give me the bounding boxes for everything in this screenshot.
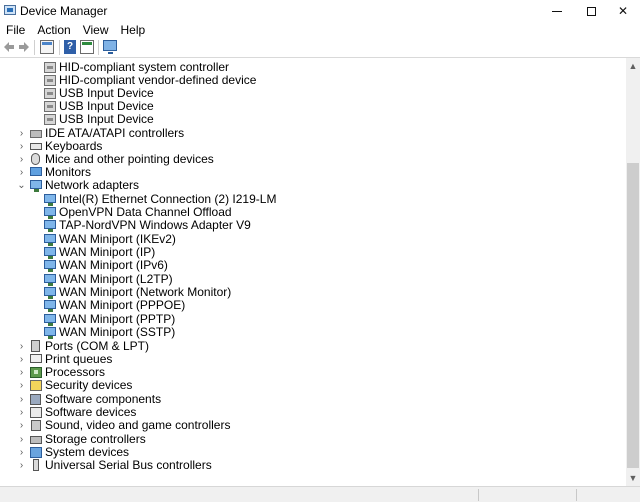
tree-category-label: Universal Serial Bus controllers (45, 458, 212, 472)
software-component-icon (30, 394, 41, 405)
menu-bar: File Action View Help (0, 22, 640, 38)
chevron-down-icon[interactable]: ⌄ (16, 179, 27, 192)
menu-help[interactable]: Help (115, 22, 152, 38)
printer-icon (30, 354, 42, 363)
forward-arrow-icon[interactable] (18, 40, 30, 54)
chevron-right-icon[interactable]: › (16, 393, 27, 406)
mouse-icon (31, 153, 40, 165)
monitor-icon (30, 167, 42, 176)
chevron-right-icon[interactable]: › (16, 340, 27, 353)
device-manager-app-icon (4, 5, 16, 15)
maximize-icon (586, 6, 596, 16)
tree-node-label: USB Input Device (59, 112, 154, 126)
hid-device-icon (44, 101, 56, 112)
status-bar (0, 486, 640, 502)
chevron-right-icon[interactable]: › (16, 459, 27, 472)
usb-icon (33, 459, 39, 471)
network-adapter-icon (44, 327, 56, 339)
hid-device-icon (44, 88, 56, 99)
processor-icon (30, 367, 42, 378)
network-adapter-icon (44, 220, 56, 232)
close-icon: ✕ (617, 4, 629, 18)
network-adapter-icon (44, 287, 56, 299)
ide-controller-icon (30, 130, 42, 138)
network-adapter-icon (30, 180, 42, 192)
chevron-right-icon[interactable]: › (16, 127, 27, 140)
toolbar-separator (34, 40, 35, 55)
device-tree: HID-compliant system controller HID-comp… (0, 58, 626, 486)
network-adapter-icon (44, 314, 56, 326)
window-title: Device Manager (20, 4, 108, 18)
system-device-icon (30, 447, 42, 458)
keyboard-icon (30, 143, 42, 150)
tree-category-label: Security devices (45, 378, 133, 392)
network-adapter-icon (44, 274, 56, 286)
hid-device-icon (44, 75, 56, 86)
software-device-icon (30, 407, 42, 418)
storage-controller-icon (30, 436, 42, 444)
chevron-right-icon[interactable]: › (16, 433, 27, 446)
scan-hardware-icon[interactable] (103, 40, 117, 54)
network-adapter-icon (44, 234, 56, 246)
maximize-button[interactable] (574, 0, 608, 22)
menu-file[interactable]: File (0, 22, 31, 38)
close-button[interactable]: ✕ (606, 0, 640, 22)
chevron-right-icon[interactable]: › (16, 366, 27, 379)
hid-device-icon (44, 114, 56, 125)
chevron-right-icon[interactable]: › (16, 379, 27, 392)
scroll-down-arrow-icon[interactable]: ▼ (626, 470, 640, 486)
scroll-up-arrow-icon[interactable]: ▲ (626, 58, 640, 74)
toolbar: ? (0, 38, 640, 58)
toolbar-separator (98, 40, 99, 55)
tree-category-label: Sound, video and game controllers (45, 418, 231, 432)
status-divider (478, 489, 479, 501)
chevron-right-icon[interactable]: › (16, 353, 27, 366)
title-bar: Device Manager ✕ (0, 0, 640, 22)
status-divider (576, 489, 577, 501)
minimize-button[interactable] (540, 0, 574, 22)
network-adapter-icon (44, 260, 56, 272)
tree-node-label: TAP-NordVPN Windows Adapter V9 (59, 218, 251, 232)
chevron-right-icon[interactable]: › (16, 406, 27, 419)
network-adapter-icon (44, 194, 56, 206)
security-device-icon (30, 380, 42, 391)
back-arrow-icon[interactable] (3, 40, 15, 54)
menu-action[interactable]: Action (31, 22, 76, 38)
network-adapter-icon (44, 300, 56, 312)
update-driver-icon[interactable] (80, 40, 94, 54)
chevron-right-icon[interactable]: › (16, 446, 27, 459)
tree-node-label: WAN Miniport (IPv6) (59, 258, 168, 272)
hid-device-icon (44, 62, 56, 73)
tree-category-label: Network adapters (45, 178, 140, 192)
minimize-icon (552, 10, 562, 12)
help-icon[interactable]: ? (64, 40, 76, 54)
menu-view[interactable]: View (77, 22, 115, 38)
toolbar-separator (59, 40, 60, 55)
properties-icon[interactable] (40, 40, 54, 54)
scrollbar-thumb[interactable] (627, 163, 639, 468)
tree-node-label: WAN Miniport (SSTP) (59, 325, 176, 339)
speaker-icon (31, 420, 41, 431)
chevron-right-icon[interactable]: › (16, 419, 27, 432)
network-adapter-icon (44, 247, 56, 259)
network-adapter-icon (44, 207, 56, 219)
chevron-right-icon[interactable]: › (16, 166, 27, 179)
port-icon (31, 340, 40, 352)
tree-node-label: WAN Miniport (PPPOE) (59, 298, 186, 312)
chevron-right-icon[interactable]: › (16, 140, 27, 153)
chevron-right-icon[interactable]: › (16, 153, 27, 166)
